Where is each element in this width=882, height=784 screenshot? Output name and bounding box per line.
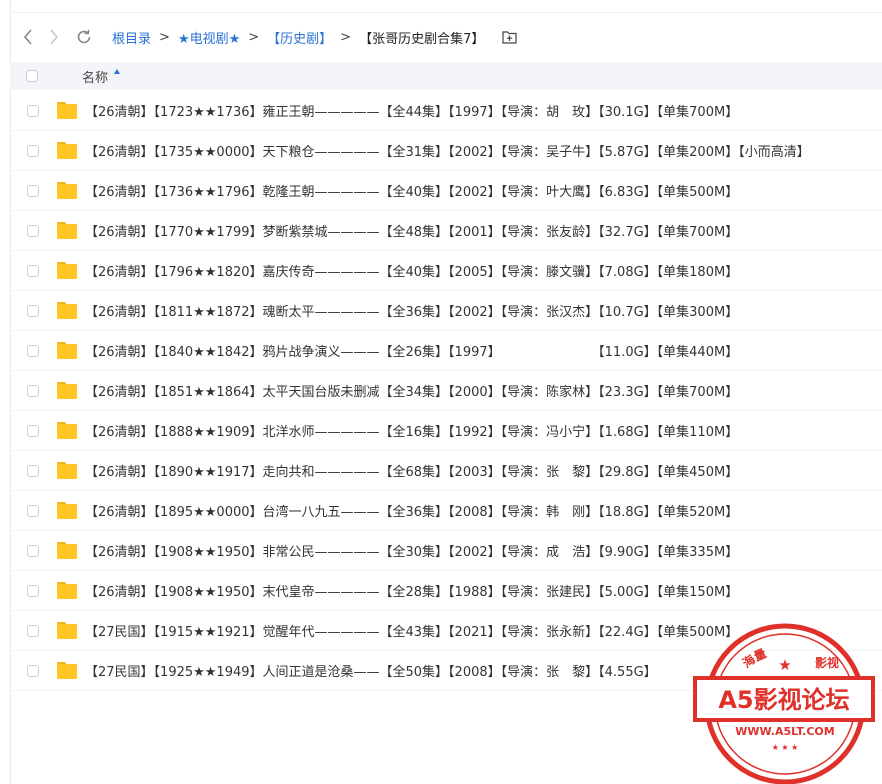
file-name[interactable]: 【26清朝】【1735★★0000】天下粮仓—————【全31集】【2002】【… — [85, 141, 810, 160]
folder-icon — [57, 542, 77, 559]
forward-button[interactable] — [41, 24, 67, 50]
list-item[interactable]: 【26清朝】【1851★★1864】太平天国台版未删减【全34集】【2000】【… — [10, 371, 882, 411]
folder-icon — [57, 222, 77, 239]
file-name[interactable]: 【26清朝】【1840★★1842】鸦片战争演义———【全26集】【1997】 … — [85, 341, 738, 360]
list-item[interactable]: 【26清朝】【1908★★1950】末代皇帝—————【全28集】【1988】【… — [10, 571, 882, 611]
folder-icon — [57, 582, 77, 599]
breadcrumb-current: 【张哥历史剧合集7】 — [359, 31, 485, 47]
folder-icon — [57, 302, 77, 319]
file-name[interactable]: 【26清朝】【1888★★1909】北洋水师—————【全16集】【1992】【… — [85, 421, 738, 440]
new-folder-button[interactable] — [500, 28, 518, 46]
list-item[interactable]: 【26清朝】【1890★★1917】走向共和—————【全68集】【2003】【… — [10, 451, 882, 491]
name-column-header[interactable]: 名称 — [82, 67, 108, 86]
file-name[interactable]: 【26清朝】【1890★★1917】走向共和—————【全68集】【2003】【… — [85, 461, 738, 480]
list-item[interactable]: 【26清朝】【1811★★1872】魂断太平—————【全36集】【2002】【… — [10, 291, 882, 331]
file-name[interactable]: 【26清朝】【1895★★0000】台湾一八九五———【全36集】【2008】【… — [85, 501, 738, 520]
list-item[interactable]: 【26清朝】【1840★★1842】鸦片战争演义———【全26集】【1997】 … — [10, 331, 882, 371]
row-checkbox[interactable] — [27, 184, 39, 197]
row-checkbox[interactable] — [27, 504, 39, 517]
breadcrumb-tv[interactable]: ★电视剧★ — [178, 28, 240, 47]
folder-icon — [57, 382, 77, 399]
list-item[interactable]: 【27民国】【1915★★1921】觉醒年代—————【全43集】【2021】【… — [10, 611, 882, 651]
row-checkbox[interactable] — [27, 224, 39, 237]
folder-icon — [57, 102, 77, 119]
stamp-stars: ★ ★ ★ — [772, 743, 799, 752]
folder-icon — [57, 182, 77, 199]
file-name[interactable]: 【26清朝】【1851★★1864】太平天国台版未删减【全34集】【2000】【… — [85, 381, 738, 400]
row-checkbox[interactable] — [27, 304, 39, 317]
select-all-checkbox[interactable] — [26, 70, 38, 82]
row-checkbox[interactable] — [27, 264, 39, 277]
navigation-bar: 根目录 > ★电视剧★ > 【历史剧】 > 【张哥历史剧合集7】 — [10, 22, 882, 52]
list-item[interactable]: 【26清朝】【1770★★1799】梦断紫禁城————【全48集】【2001】【… — [10, 211, 882, 251]
new-folder-icon — [502, 31, 517, 44]
file-name[interactable]: 【26清朝】【1770★★1799】梦断紫禁城————【全48集】【2001】【… — [85, 221, 738, 240]
row-checkbox[interactable] — [27, 344, 39, 357]
row-checkbox[interactable] — [27, 544, 39, 557]
breadcrumb-separator: > — [340, 29, 352, 45]
back-button[interactable] — [15, 24, 41, 50]
list-item[interactable]: 【26清朝】【1895★★0000】台湾一八九五———【全36集】【2008】【… — [10, 491, 882, 531]
folder-icon — [57, 622, 77, 639]
list-item[interactable]: 【26清朝】【1736★★1796】乾隆王朝—————【全40集】【2002】【… — [10, 171, 882, 211]
folder-icon — [57, 462, 77, 479]
list-item[interactable]: 【26清朝】【1888★★1909】北洋水师—————【全16集】【1992】【… — [10, 411, 882, 451]
row-checkbox[interactable] — [27, 384, 39, 397]
folder-icon — [57, 342, 77, 359]
folder-icon — [57, 502, 77, 519]
file-list: 【26清朝】【1723★★1736】雍正王朝—————【全44集】【1997】【… — [10, 91, 882, 691]
row-checkbox[interactable] — [27, 144, 39, 157]
watermark-url: WWW.A5LT.COM — [735, 725, 834, 738]
folder-icon — [57, 422, 77, 439]
breadcrumb: 根目录 > ★电视剧★ > 【历史剧】 > 【张哥历史剧合集7】 — [112, 28, 484, 47]
top-divider — [10, 12, 882, 13]
file-name[interactable]: 【26清朝】【1908★★1950】非常公民—————【全30集】【2002】【… — [85, 541, 738, 560]
row-checkbox[interactable] — [27, 104, 39, 117]
chevron-right-icon — [50, 29, 59, 45]
folder-icon — [57, 142, 77, 159]
file-name[interactable]: 【26清朝】【1796★★1820】嘉庆传奇—————【全40集】【2005】【… — [85, 261, 738, 280]
sort-ascending-icon — [114, 68, 121, 74]
list-item[interactable]: 【26清朝】【1735★★0000】天下粮仓—————【全31集】【2002】【… — [10, 131, 882, 171]
list-header: 名称 — [10, 62, 882, 90]
row-checkbox[interactable] — [27, 464, 39, 477]
file-name[interactable]: 【26清朝】【1908★★1950】末代皇帝—————【全28集】【1988】【… — [85, 581, 738, 600]
file-name[interactable]: 【27民国】【1925★★1949】人间正道是沧桑——【全50集】【2008】【… — [85, 661, 657, 680]
row-checkbox[interactable] — [27, 624, 39, 637]
file-name[interactable]: 【26清朝】【1723★★1736】雍正王朝—————【全44集】【1997】【… — [85, 101, 738, 120]
breadcrumb-history[interactable]: 【历史剧】 — [267, 28, 332, 47]
row-checkbox[interactable] — [27, 424, 39, 437]
breadcrumb-root[interactable]: 根目录 — [112, 28, 151, 47]
file-name[interactable]: 【27民国】【1915★★1921】觉醒年代—————【全43集】【2021】【… — [85, 621, 738, 640]
breadcrumb-separator: > — [159, 29, 170, 45]
folder-icon — [57, 662, 77, 679]
breadcrumb-separator: > — [248, 29, 260, 45]
refresh-icon — [77, 29, 91, 44]
folder-icon — [57, 262, 77, 279]
file-name[interactable]: 【26清朝】【1736★★1796】乾隆王朝—————【全40集】【2002】【… — [85, 181, 738, 200]
file-name[interactable]: 【26清朝】【1811★★1872】魂断太平—————【全36集】【2002】【… — [85, 301, 738, 320]
refresh-button[interactable] — [71, 24, 97, 50]
row-checkbox[interactable] — [27, 584, 39, 597]
list-item[interactable]: 【26清朝】【1796★★1820】嘉庆传奇—————【全40集】【2005】【… — [10, 251, 882, 291]
row-checkbox[interactable] — [27, 664, 39, 677]
list-item[interactable]: 【26清朝】【1723★★1736】雍正王朝—————【全44集】【1997】【… — [10, 91, 882, 131]
list-item[interactable]: 【27民国】【1925★★1949】人间正道是沧桑——【全50集】【2008】【… — [10, 651, 882, 691]
list-item[interactable]: 【26清朝】【1908★★1950】非常公民—————【全30集】【2002】【… — [10, 531, 882, 571]
chevron-left-icon — [23, 29, 32, 45]
